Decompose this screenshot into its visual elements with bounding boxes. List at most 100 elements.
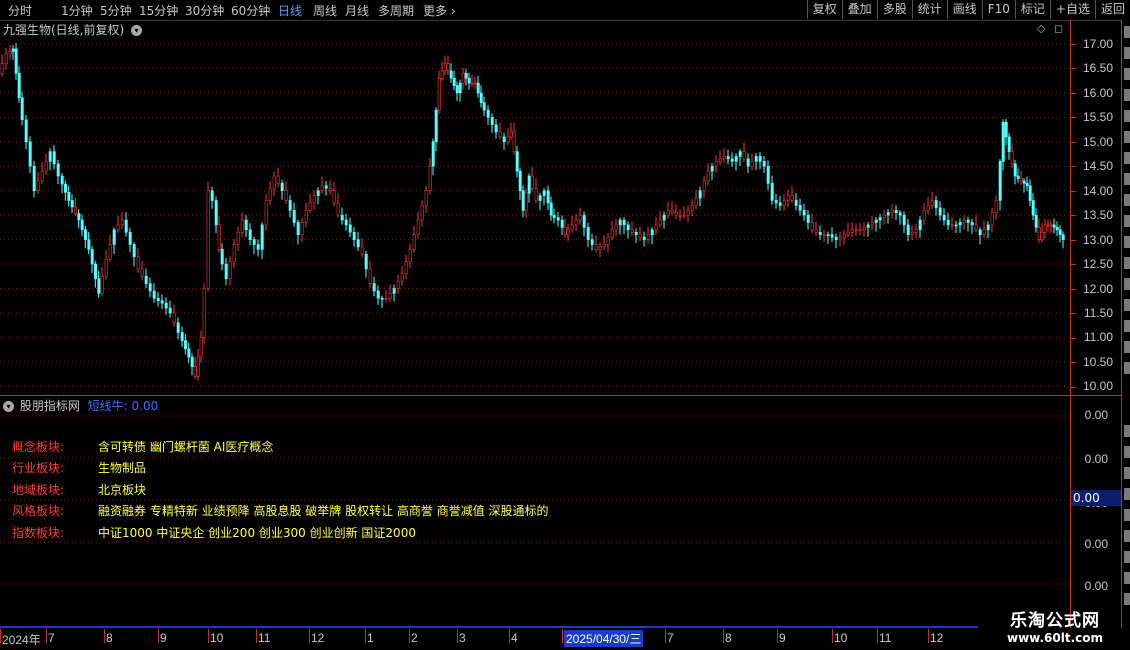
candle-body [408,249,412,262]
date-tick [104,629,105,643]
candle-body [690,205,694,211]
tab-5min[interactable]: 5分钟 [100,2,132,19]
candle-body [838,236,842,240]
price-tick [1071,313,1076,315]
draw-line-button[interactable]: 画线 [946,0,982,19]
date-tick [928,629,929,643]
candle-body [268,187,272,201]
candle-body [24,119,28,143]
candle-body [479,92,483,103]
date-label: 9 [160,631,167,645]
candle-body [498,131,502,138]
watermark-url: www.60lt.com [1006,631,1104,645]
tab-monthly[interactable]: 月线 [345,2,369,19]
right-info-strip[interactable] [1121,20,1130,628]
tab-60min[interactable]: 60分钟 [231,2,270,19]
price-tick-label: 13.00 [1082,232,1113,247]
price-tick [1071,166,1076,168]
sector-value: 北京板块 [98,483,147,497]
candle-body [100,275,104,294]
candle-body [486,109,490,118]
candle-body [416,219,420,236]
candle-body [778,202,782,206]
candle-body [356,239,360,248]
panel-divider[interactable] [0,395,1121,396]
overlay-button[interactable]: 叠加 [841,0,877,19]
candle-body [515,151,519,172]
chevron-down-icon[interactable]: ▾ [131,25,143,36]
candle-body [187,348,191,358]
candle-body [594,244,598,250]
candle-body [718,158,722,162]
candle-body [726,156,730,160]
toolbar-buttons: 复权 叠加 多股 统计 画线 F10 标记 +自选 返回 [806,0,1130,20]
multi-stock-button[interactable]: 多股 [876,0,912,19]
adjust-button[interactable]: 复权 [806,0,842,19]
candle-body [527,175,531,194]
strip-glyph [1124,173,1130,185]
candle-body [180,332,184,341]
strip-glyph [1124,26,1130,38]
candle-body [1022,180,1026,184]
candle-body [798,205,802,211]
candle-body [894,209,898,214]
candle-body [722,156,726,160]
date-axis[interactable]: 2024年 7 8 9 10 11 12 1 2 3 4 2025/04/30/三 7 8 9 10 11 12 [0,628,1130,650]
candle-body [710,165,714,172]
candle-body [1001,121,1005,162]
price-tick [1071,141,1076,143]
f10-button[interactable]: F10 [981,0,1015,19]
tab-intraday[interactable]: 分时 [8,2,32,19]
date-tick [509,629,510,643]
tab-30min[interactable]: 30分钟 [185,2,224,19]
date-tick [158,629,159,643]
candle-body [336,202,340,216]
candle-body [424,190,428,206]
candle-body [276,175,280,184]
candle-body [578,214,582,221]
tab-15min[interactable]: 15分钟 [139,2,178,19]
candle-body [316,190,320,196]
date-tick [457,629,458,643]
date-tick [562,629,563,643]
candle-body [36,180,40,191]
candle-body [48,151,52,162]
tab-weekly[interactable]: 周线 [313,2,337,19]
candlestick-chart[interactable] [0,36,1070,394]
tab-more[interactable]: 更多 › [423,2,456,19]
candle-body [626,224,630,231]
candle-body [958,222,962,226]
mark-button[interactable]: 标记 [1014,0,1050,19]
indicator-name[interactable]: 股朋指标网 [20,399,80,413]
statistics-button[interactable]: 统计 [911,0,947,19]
strip-glyph [1124,551,1130,563]
candle-body [846,231,850,236]
tab-1min[interactable]: 1分钟 [61,2,93,19]
candle-body [914,229,918,233]
chevron-down-icon[interactable]: ▾ [3,401,14,412]
candle-body [396,280,400,289]
back-button[interactable]: 返回 [1094,0,1130,19]
candle-body [630,229,634,233]
strip-glyph [1124,152,1130,164]
diamond-icon[interactable]: ◇ [1037,22,1045,35]
candle-body [922,209,926,221]
candle-body [372,283,376,292]
candle-body [1052,224,1056,228]
sector-label: 指数板块: [12,526,65,540]
tab-daily[interactable]: 日线 [278,2,302,19]
candle-body [906,224,910,236]
candle-body [132,244,136,258]
candle-body [328,187,332,192]
candle-body [1028,185,1032,201]
tab-multi-period[interactable]: 多周期 [378,2,414,19]
price-tick [1071,288,1076,290]
candle-body [966,219,970,223]
candle-body [586,227,590,240]
candle-body [802,209,806,216]
candle-body [240,219,244,233]
restore-icon[interactable]: ◻ [1054,22,1063,35]
price-tick-label: 15.50 [1082,110,1113,125]
add-watchlist-button[interactable]: +自选 [1049,0,1095,19]
candle-body [77,213,81,221]
